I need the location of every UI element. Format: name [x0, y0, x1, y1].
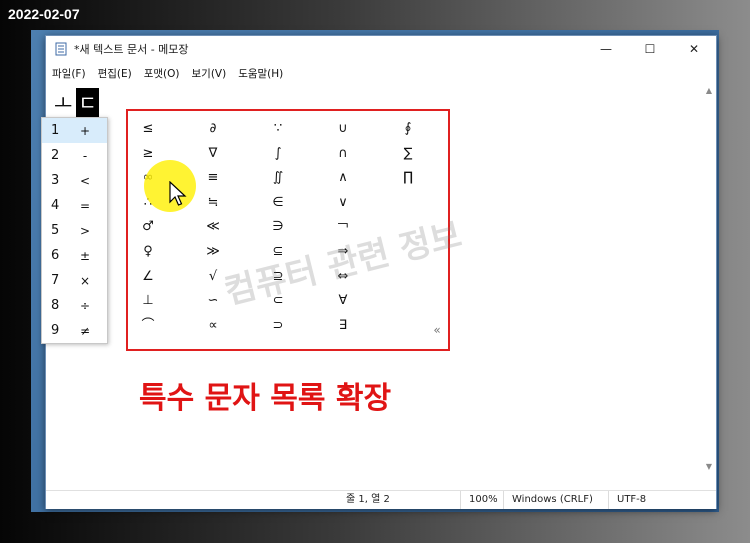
candidate-item[interactable]: 5 > — [42, 218, 107, 243]
candidate-number: 4 — [51, 198, 60, 213]
candidate-symbol: - — [82, 148, 88, 163]
symbol-cell[interactable]: ∏ — [393, 168, 423, 188]
symbol-cell[interactable]: ⌒ — [133, 316, 163, 336]
symbol-cell[interactable]: ∵ — [263, 119, 293, 139]
symbol-cell[interactable]: ≒ — [198, 193, 228, 213]
candidate-number: 5 — [51, 223, 60, 238]
candidate-item[interactable]: 7 × — [42, 268, 107, 293]
collapse-button[interactable]: « — [430, 323, 444, 337]
symbol-cell[interactable]: ∮ — [393, 119, 423, 139]
symbol-cell[interactable]: ≡ — [198, 168, 228, 188]
minimize-button[interactable]: — — [584, 36, 628, 62]
menu-edit[interactable]: 편집(E) — [92, 66, 138, 81]
candidate-number: 7 — [51, 273, 60, 288]
scroll-up-icon[interactable]: ▲ — [702, 86, 716, 95]
candidate-number: 1 — [51, 123, 60, 138]
editor-text-area[interactable]: ㅗ ㄷ — [54, 88, 99, 118]
candidate-item[interactable]: 3 < — [42, 168, 107, 193]
status-position: 줄 1, 열 2 — [346, 494, 390, 505]
editor-text: ㅗ — [54, 91, 73, 115]
candidate-symbol: > — [79, 223, 91, 238]
candidate-number: 9 — [51, 323, 60, 338]
status-bar: 줄 1, 열 2 100% Windows (CRLF) UTF-8 — [46, 490, 716, 509]
mouse-pointer-icon — [169, 181, 187, 206]
menu-format[interactable]: 포맷(O) — [138, 66, 186, 81]
candidate-list: 1 + 2 - 3 < 4 = 5 > 6 ± 7 × 8 ÷ 9 ≠ — [41, 117, 108, 344]
maximize-button[interactable]: ☐ — [628, 36, 672, 62]
candidate-item[interactable]: 4 = — [42, 193, 107, 218]
symbol-cell[interactable]: ∇ — [198, 144, 228, 164]
symbol-cell[interactable]: ∫ — [263, 144, 293, 164]
candidate-symbol: < — [79, 173, 91, 188]
status-line-ending: Windows (CRLF) — [503, 491, 593, 509]
symbol-cell[interactable]: ∽ — [198, 291, 228, 311]
symbol-cell[interactable]: ♀ — [133, 242, 163, 262]
title-bar[interactable]: *새 텍스트 문서 - 메모장 — ☐ ✕ — [46, 36, 716, 62]
symbol-cell[interactable]: ∠ — [133, 267, 163, 287]
symbol-cell[interactable]: ∂ — [198, 119, 228, 139]
date-stamp: 2022-02-07 — [8, 6, 80, 22]
close-button[interactable]: ✕ — [672, 36, 716, 62]
candidate-item[interactable]: 1 + — [42, 118, 107, 143]
symbol-cell[interactable]: ⊃ — [263, 316, 293, 336]
composing-character: ㄷ — [76, 88, 99, 118]
status-encoding: UTF-8 — [608, 491, 646, 509]
candidate-number: 3 — [51, 173, 60, 188]
symbol-cell[interactable]: ∝ — [198, 316, 228, 336]
symbol-cell[interactable]: ∪ — [328, 119, 358, 139]
scroll-down-icon[interactable]: ▼ — [702, 462, 716, 471]
candidate-symbol: × — [79, 273, 91, 288]
symbol-cell[interactable]: ≪ — [198, 217, 228, 237]
symbol-cell[interactable]: ♂ — [133, 217, 163, 237]
candidate-item[interactable]: 8 ÷ — [42, 293, 107, 318]
menu-view[interactable]: 보기(V) — [186, 66, 233, 81]
candidate-number: 6 — [51, 248, 60, 263]
symbol-cell[interactable]: ∧ — [328, 168, 358, 188]
symbol-cell[interactable]: ≤ — [133, 119, 163, 139]
symbol-cell[interactable]: ⊥ — [133, 291, 163, 311]
symbol-cell[interactable]: ∩ — [328, 144, 358, 164]
notepad-window: *새 텍스트 문서 - 메모장 — ☐ ✕ 파일(F) 편집(E) 포맷(O) … — [41, 35, 717, 509]
symbol-cell[interactable]: ∬ — [263, 168, 293, 188]
candidate-symbol: = — [79, 198, 91, 213]
symbol-cell[interactable]: ∀ — [328, 291, 358, 311]
candidate-item[interactable]: 2 - — [42, 143, 107, 168]
candidate-symbol: ± — [79, 248, 91, 263]
window-controls: — ☐ ✕ — [584, 36, 716, 62]
status-zoom: 100% — [460, 491, 498, 509]
symbol-cell[interactable]: ∈ — [263, 193, 293, 213]
candidate-symbol: ≠ — [79, 323, 91, 338]
candidate-item[interactable]: 6 ± — [42, 243, 107, 268]
menu-file[interactable]: 파일(F) — [46, 66, 92, 81]
annotation-caption: 특수 문자 목록 확장 — [139, 381, 392, 416]
candidate-number: 2 — [51, 148, 60, 163]
symbol-cell[interactable]: ∑ — [393, 144, 423, 164]
notepad-icon — [55, 42, 67, 56]
candidate-number: 8 — [51, 298, 60, 313]
menu-help[interactable]: 도움말(H) — [232, 66, 289, 81]
candidate-symbol: + — [79, 123, 91, 138]
symbol-cell[interactable]: ≥ — [133, 144, 163, 164]
symbol-cell[interactable]: ∨ — [328, 193, 358, 213]
symbol-cell[interactable]: ∃ — [328, 316, 358, 336]
symbol-cell[interactable]: ≫ — [198, 242, 228, 262]
candidate-item[interactable]: 9 ≠ — [42, 318, 107, 343]
window-title: *새 텍스트 문서 - 메모장 — [74, 43, 189, 56]
candidate-symbol: ÷ — [79, 298, 91, 313]
symbol-cell[interactable]: ∋ — [263, 217, 293, 237]
menu-bar: 파일(F) 편집(E) 포맷(O) 보기(V) 도움말(H) — [46, 62, 716, 84]
vertical-scrollbar[interactable]: ▲ ▼ — [702, 84, 716, 476]
